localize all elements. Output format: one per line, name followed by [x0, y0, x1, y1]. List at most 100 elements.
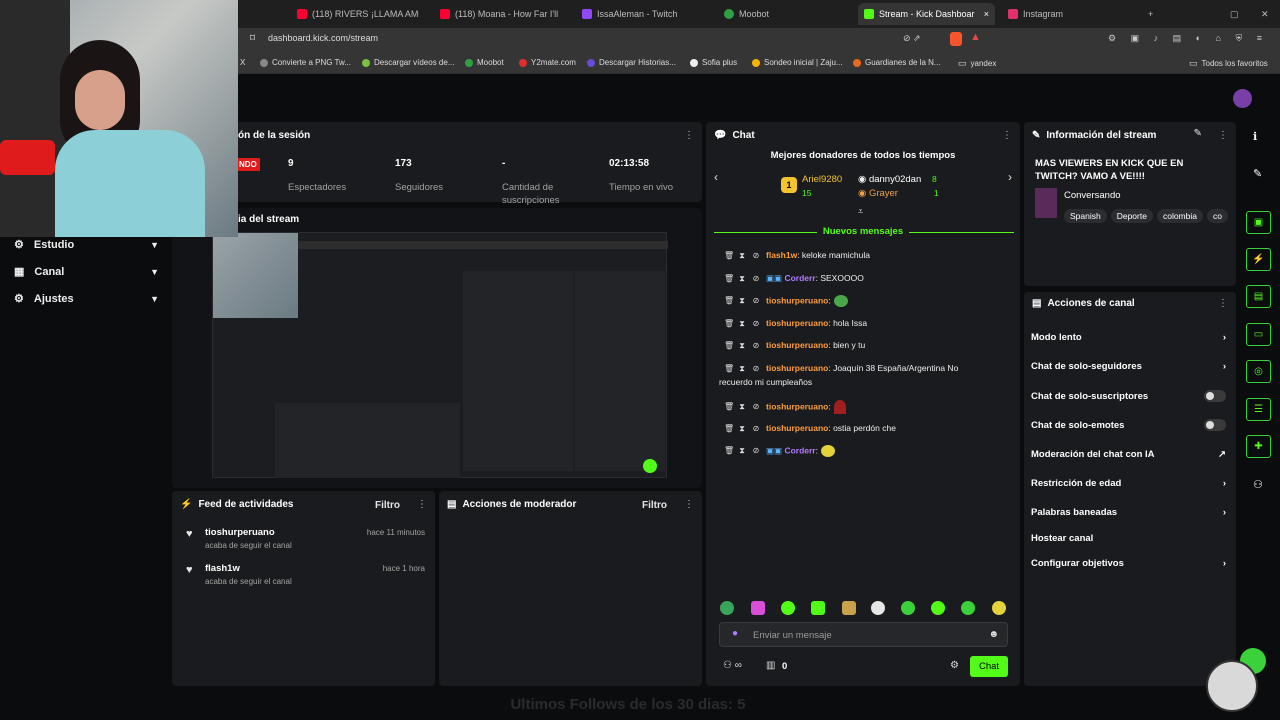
bookmark-folder[interactable]: ▭ yandex: [958, 58, 996, 69]
action-goals[interactable]: Configurar objetivos ›: [1031, 558, 1226, 569]
bookmark-item[interactable]: Descargar vídeos de...: [362, 58, 454, 67]
chat-input[interactable]: ● Enviar un mensaje ☻: [719, 622, 1008, 647]
emote-icon[interactable]: [781, 601, 795, 615]
kebab-menu-icon[interactable]: ⋮: [684, 499, 694, 510]
filter-button[interactable]: Filtro: [375, 500, 400, 511]
delete-icon[interactable]: 🗑: [724, 319, 734, 328]
ban-icon[interactable]: ⊘: [752, 274, 760, 283]
sidebar-item-channel[interactable]: ▦ Canal ▼: [14, 265, 159, 279]
edit-icon[interactable]: ✎: [1194, 128, 1202, 139]
rail-button-bolt[interactable]: ⚡: [1246, 248, 1271, 271]
chat-message[interactable]: 🗑 ⧗ ⊘ tioshurperuano: hola Issa: [724, 318, 867, 329]
browser-tab[interactable]: Moobot: [724, 4, 844, 24]
emote-icon[interactable]: [992, 601, 1006, 615]
send-chat-button[interactable]: Chat: [970, 656, 1008, 677]
toolbar-icons[interactable]: ⚙ ▣ ♪ ▤ ◐ ⌂ ⛨ ≡: [1108, 33, 1268, 44]
tag[interactable]: colombia: [1156, 209, 1203, 223]
action-banned-words[interactable]: Palabras baneadas ›: [1031, 507, 1226, 518]
ban-icon[interactable]: ⊘: [752, 296, 760, 305]
delete-icon[interactable]: 🗑: [724, 274, 734, 283]
close-tab-icon[interactable]: ×: [984, 9, 989, 19]
timeout-icon[interactable]: ⧗: [738, 319, 746, 329]
info-icon[interactable]: ℹ: [1253, 130, 1257, 143]
avatar[interactable]: [1233, 89, 1252, 108]
gear-icon[interactable]: ⚙: [950, 660, 959, 671]
action-host-channel[interactable]: Hostear canal: [1031, 533, 1226, 544]
action-emotes-only[interactable]: Chat de solo-emotes: [1031, 419, 1226, 431]
chevron-right-icon[interactable]: ›: [1008, 170, 1012, 184]
brave-shield-icon[interactable]: [950, 32, 962, 46]
bookmark-item[interactable]: Convierte a PNG Tw...: [260, 58, 351, 67]
rewards-icon[interactable]: ▲: [970, 31, 981, 43]
rail-button-chat[interactable]: ▭: [1246, 323, 1271, 346]
ban-icon[interactable]: ⊘: [752, 424, 760, 433]
delete-icon[interactable]: 🗑: [724, 296, 734, 305]
emote-icon[interactable]: [720, 601, 734, 615]
extension-icons[interactable]: ⊘ ⇗: [903, 33, 921, 44]
chat-message[interactable]: 🗑 ⧗ ⊘ ▣▣ Corderr:: [724, 445, 835, 457]
chevron-left-icon[interactable]: ‹: [714, 170, 718, 184]
kebab-menu-icon[interactable]: ⋮: [684, 130, 694, 141]
toggle-switch[interactable]: [1204, 419, 1226, 431]
delete-icon[interactable]: 🗑: [724, 341, 734, 350]
users-icon[interactable]: ⚇ ∞: [723, 660, 742, 671]
action-followers-only[interactable]: Chat de solo-seguidores ›: [1031, 361, 1226, 372]
delete-icon[interactable]: 🗑: [724, 364, 734, 373]
chat-message[interactable]: 🗑 ⧗ ⊘ tioshurperuano: Joaquín 38 España/Arg…: [724, 363, 958, 374]
filter-button[interactable]: Filtro: [642, 500, 667, 511]
sidebar-item-settings[interactable]: ⚙ Ajustes ▼: [14, 292, 159, 306]
emote-icon[interactable]: [842, 601, 856, 615]
microphone-icon[interactable]: ●: [732, 628, 738, 639]
emote-icon[interactable]: [901, 601, 915, 615]
bookmark-item[interactable]: Descargar Historias...: [587, 58, 676, 67]
rail-button-list[interactable]: ▤: [1246, 285, 1271, 308]
bookmark-item[interactable]: Moobot: [465, 58, 504, 67]
window-controls[interactable]: ▢ ✕: [1230, 4, 1270, 24]
ban-icon[interactable]: ⊘: [752, 446, 760, 455]
timeout-icon[interactable]: ⧗: [738, 364, 746, 374]
timeout-icon[interactable]: ⧗: [738, 296, 746, 306]
rail-button-preview[interactable]: ▣: [1246, 211, 1271, 234]
emoji-icon[interactable]: ☻: [988, 629, 999, 640]
emote-icon[interactable]: [961, 601, 975, 615]
action-subscribers-only[interactable]: Chat de solo-suscriptores: [1031, 390, 1226, 402]
toggle-switch[interactable]: [1204, 390, 1226, 402]
delete-icon[interactable]: 🗑: [724, 446, 734, 455]
timeout-icon[interactable]: ⧗: [738, 446, 746, 456]
emote-icon[interactable]: [931, 601, 945, 615]
tag[interactable]: Spanish: [1064, 209, 1107, 223]
stream-preview-video[interactable]: [212, 232, 668, 478]
kebab-menu-icon[interactable]: ⋮: [1002, 130, 1012, 141]
action-ai-moderation[interactable]: Moderación del chat con IA ↗: [1031, 449, 1226, 460]
activity-user[interactable]: flash1w: [205, 563, 240, 574]
ban-icon[interactable]: ⊘: [752, 402, 760, 411]
sidebar-item-studio[interactable]: ⚙ Estudio ▼: [14, 238, 159, 252]
pencil-icon[interactable]: ✎: [1253, 167, 1262, 180]
kebab-menu-icon[interactable]: ⋮: [1218, 130, 1228, 141]
bookmark-icon[interactable]: ⌑: [250, 33, 255, 44]
tag[interactable]: co: [1207, 209, 1228, 223]
chat-message[interactable]: 🗑 ⧗ ⊘ tioshurperuano: ostia perdón che: [724, 423, 896, 434]
timeout-icon[interactable]: ⧗: [738, 251, 746, 261]
ban-icon[interactable]: ⊘: [752, 319, 760, 328]
rail-button-layout[interactable]: ☰: [1246, 398, 1271, 421]
chat-message[interactable]: 🗑 ⧗ ⊘ tioshurperuano: bien y tu: [724, 340, 865, 351]
emote-icon[interactable]: [871, 601, 885, 615]
new-tab-button[interactable]: +: [1148, 4, 1158, 24]
delete-icon[interactable]: 🗑: [724, 424, 734, 433]
action-slow-mode[interactable]: Modo lento ›: [1031, 332, 1226, 343]
bookmark-item[interactable]: X: [240, 58, 245, 67]
timeout-icon[interactable]: ⧗: [738, 402, 746, 412]
ban-icon[interactable]: ⊘: [752, 364, 760, 373]
timeout-icon[interactable]: ⧗: [738, 424, 746, 434]
browser-tab[interactable]: IssaAleman - Twitch: [582, 4, 702, 24]
browser-tab-active[interactable]: Stream - Kick Dashboar ×: [858, 3, 995, 25]
gift-icon[interactable]: ▥: [766, 660, 775, 671]
bookmark-item[interactable]: Sofia plus: [690, 58, 737, 67]
activity-user[interactable]: tioshurperuano: [205, 527, 275, 538]
rail-button-tools[interactable]: ✚: [1246, 435, 1271, 458]
chat-message[interactable]: 🗑 ⧗ ⊘ tioshurperuano:: [724, 295, 848, 307]
browser-tab[interactable]: Instagram: [1008, 4, 1128, 24]
bookmark-item[interactable]: Guardianes de la N...: [853, 58, 941, 67]
kebab-menu-icon[interactable]: ⋮: [1218, 298, 1228, 309]
